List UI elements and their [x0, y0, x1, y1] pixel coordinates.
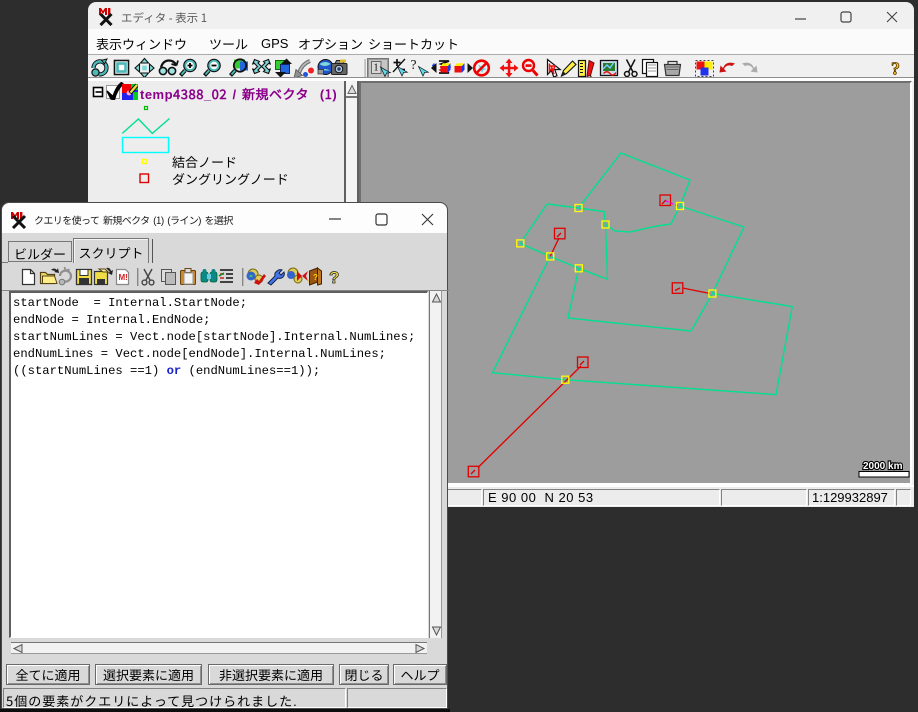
- svg-text:M!: M!: [119, 273, 128, 282]
- svg-text:?: ?: [411, 57, 417, 72]
- svg-text:?: ?: [329, 268, 339, 287]
- svg-text:?: ?: [313, 273, 318, 282]
- svg-text:1: 1: [374, 63, 379, 74]
- svg-text:2000 km: 2000 km: [863, 461, 903, 472]
- svg-text:?: ?: [891, 59, 900, 79]
